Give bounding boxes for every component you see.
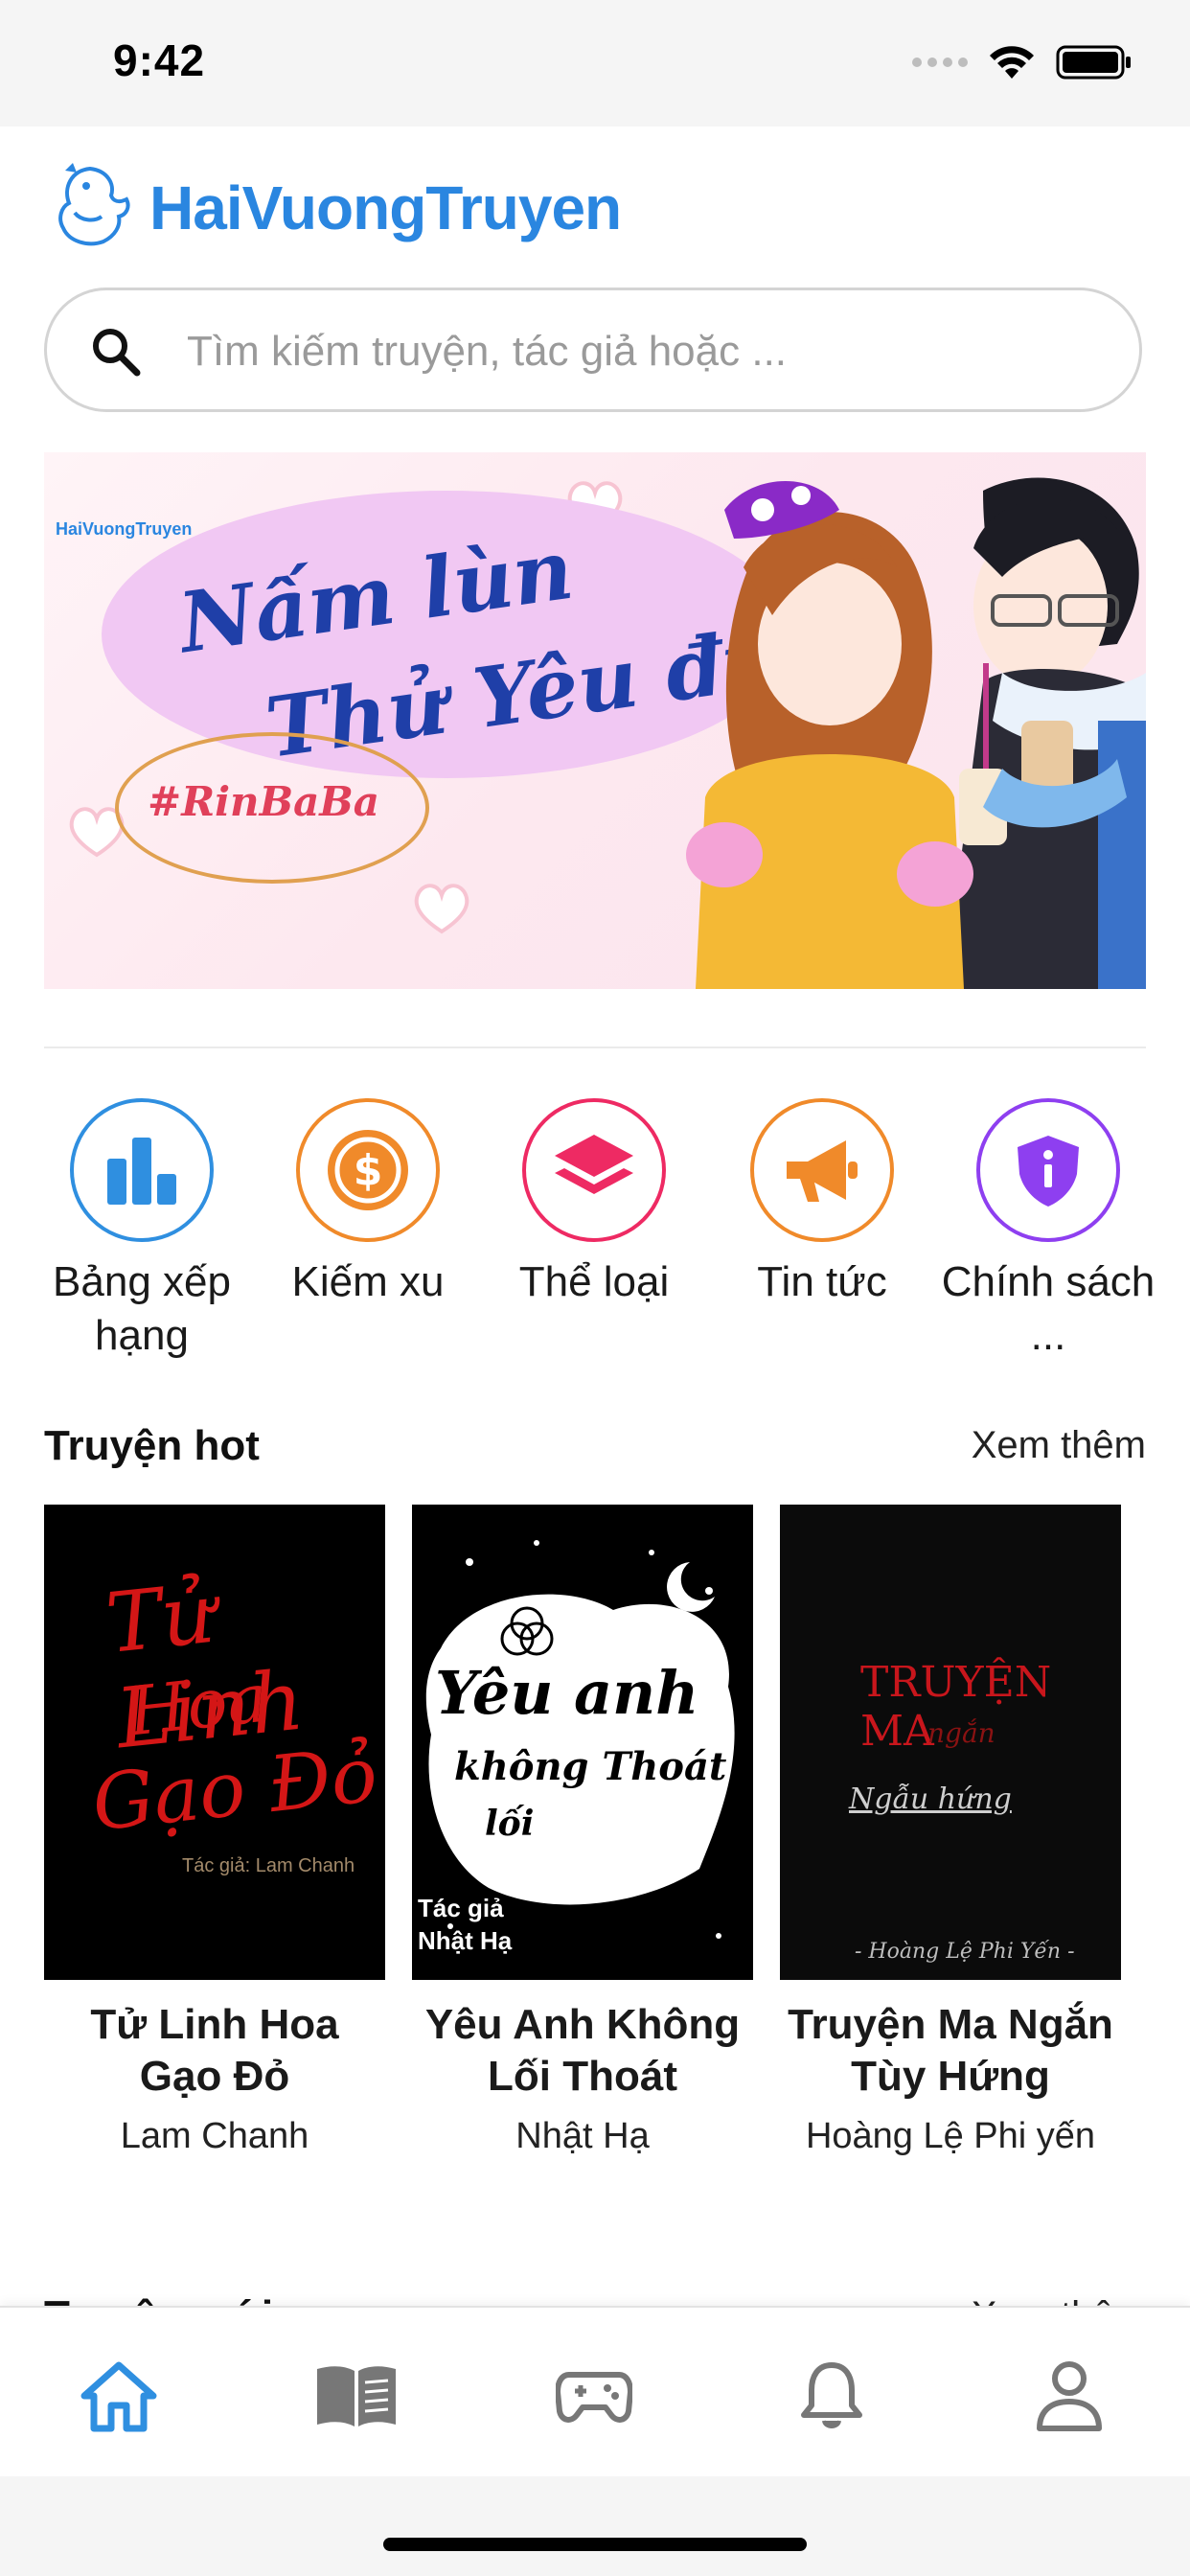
tab-library[interactable]: [310, 2350, 402, 2442]
battery-icon: [1056, 45, 1131, 80]
book-author: Hoàng Lệ Phi yến: [805, 2116, 1096, 2156]
book-icon: [317, 2366, 396, 2426]
book-author: Lam Chanh: [120, 2116, 309, 2156]
menu-label: Bảng xếp hạng: [53, 1258, 231, 1359]
layers-icon: [555, 1135, 633, 1194]
menu-item-news[interactable]: Tin tức: [709, 1098, 935, 1309]
cover-author: - Hoàng Lệ Phi Yến -: [855, 1940, 1075, 1964]
heart-decoration-icon: [414, 884, 469, 934]
cover-title: Yêu anh: [435, 1658, 699, 1728]
book-cover: Yêu anh không Thoát lối Tác giả Nhật Hạ: [412, 1505, 753, 1980]
book-author: Nhật Hạ: [515, 2116, 650, 2156]
menu-label: Thể loại: [518, 1258, 670, 1305]
app-header: HaiVuongTruyen: [0, 126, 1190, 280]
book-title: Tử Linh Hoa Gạo Đỏ: [90, 2001, 339, 2100]
menu-icon-frame: [522, 1098, 666, 1242]
shield-icon: [1018, 1136, 1079, 1207]
banner-characters-illustration: [686, 477, 1146, 989]
quick-menu: Bảng xếp hạng $ Kiếm xu Thể loại Tin tức…: [0, 1098, 1190, 1386]
book-cover: Tử Linh Hoa Gạo Đỏ Tác giả: Lam Chanh: [44, 1505, 385, 1980]
status-time: 9:42: [113, 35, 206, 85]
cover-title: Hoa: [125, 1658, 271, 1752]
promo-banner[interactable]: HaiVuongTruyen Nấm lùn Thử Yêu đi! #RinB…: [44, 452, 1146, 989]
menu-icon-frame: $: [296, 1098, 440, 1242]
cover-title: lối: [485, 1804, 535, 1844]
menu-icon-frame: [750, 1098, 894, 1242]
home-indicator-area: [0, 2476, 1190, 2576]
book-card[interactable]: TRUYỆN MA ngắn Ngẫu hứng - Hoàng Lệ Phi …: [780, 1505, 1121, 2157]
menu-icon-frame: [976, 1098, 1120, 1242]
cover-title: Ngẫu hứng: [849, 1782, 1012, 1816]
cover-author: Tác giả Nhật Hạ: [418, 1894, 513, 1955]
book-card[interactable]: Tử Linh Hoa Gạo Đỏ Tác giả: Lam Chanh Tử…: [44, 1505, 385, 2157]
signal-icon: [912, 58, 968, 67]
cover-title: không Thoát: [454, 1744, 727, 1789]
menu-label: Tin tức: [757, 1258, 887, 1305]
status-icons: [912, 44, 1133, 80]
menu-label: Chính sách ...: [941, 1258, 1156, 1359]
banner-logo: HaiVuongTruyen: [56, 519, 193, 539]
app-title: HaiVuongTruyen: [149, 173, 622, 242]
search-bar[interactable]: [44, 288, 1142, 412]
section-title: Truyện hot: [44, 1422, 260, 1469]
section-divider: [44, 1046, 1146, 1048]
home-icon: [80, 2361, 157, 2432]
gamepad-icon: [556, 2372, 632, 2423]
megaphone-icon: [787, 1140, 858, 1202]
svg-text:$: $: [354, 1146, 383, 1195]
home-indicator: [383, 2538, 807, 2551]
bar-chart-icon: [107, 1138, 176, 1205]
tab-profile[interactable]: [1023, 2350, 1115, 2442]
book-title: Truyện Ma Ngắn Tùy Hứng: [788, 2001, 1113, 2100]
menu-item-ranking[interactable]: Bảng xếp hạng: [29, 1098, 255, 1363]
menu-label: Kiếm xu: [291, 1258, 445, 1305]
menu-icon-frame: [70, 1098, 214, 1242]
see-more-link[interactable]: Xem thêm: [972, 1424, 1146, 1467]
tab-games[interactable]: [548, 2350, 640, 2442]
bottom-tab-bar: [0, 2306, 1190, 2478]
menu-item-categories[interactable]: Thể loại: [481, 1098, 707, 1309]
user-icon: [1037, 2361, 1102, 2431]
cover-author: Tác giả: Lam Chanh: [182, 1855, 355, 1876]
wifi-icon: [990, 46, 1034, 79]
search-input[interactable]: [185, 319, 1051, 384]
search-icon: [93, 329, 141, 377]
status-bar: 9:42: [0, 0, 1190, 126]
book-title: Yêu Anh Không Lối Thoát: [424, 2001, 741, 2100]
banner-tag: #RinBaBa: [148, 778, 380, 825]
bell-icon: [801, 2362, 862, 2428]
menu-item-policy[interactable]: Chính sách ...: [935, 1098, 1161, 1363]
dragon-logo-icon: [58, 163, 130, 246]
menu-item-earn-coins[interactable]: $ Kiếm xu: [255, 1098, 481, 1309]
book-cover: TRUYỆN MA ngắn Ngẫu hứng - Hoàng Lệ Phi …: [780, 1505, 1121, 1980]
tab-notifications[interactable]: [786, 2350, 878, 2442]
cover-title: ngắn: [927, 1717, 995, 1749]
book-card[interactable]: Yêu anh không Thoát lối Tác giả Nhật Hạ …: [412, 1505, 753, 2157]
coin-dollar-icon: $: [328, 1130, 408, 1210]
tab-home[interactable]: [73, 2350, 165, 2442]
